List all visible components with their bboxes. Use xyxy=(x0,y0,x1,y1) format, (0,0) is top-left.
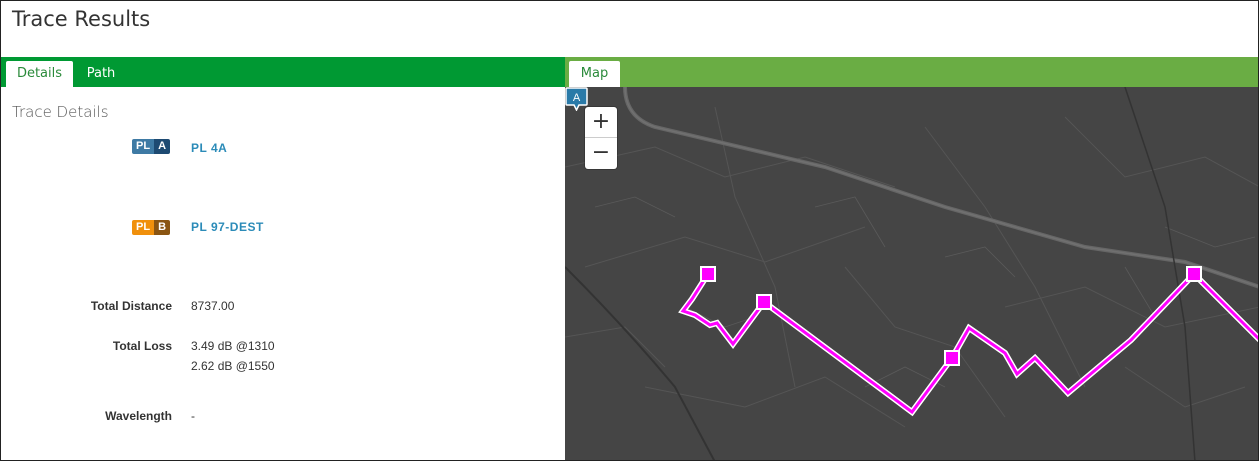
endpoint-a-badge-type: PL xyxy=(132,139,155,154)
wavelength-label: Wavelength xyxy=(105,409,172,423)
zoom-in-button[interactable]: + xyxy=(585,107,617,138)
map-tiles xyxy=(565,87,1258,460)
zoom-out-button[interactable]: − xyxy=(585,138,617,169)
endpoint-a-map-marker[interactable]: A xyxy=(565,87,588,111)
map-canvas[interactable]: + − A xyxy=(565,87,1258,460)
total-distance-label: Total Distance xyxy=(90,299,172,313)
page-title: Trace Results xyxy=(12,7,151,31)
map-panel: Map + − A xyxy=(565,57,1258,460)
zoom-control: + − xyxy=(585,107,617,169)
trace-node[interactable] xyxy=(944,350,960,366)
total-loss-1550-value: 2.62 dB @1550 xyxy=(191,359,275,373)
trace-node[interactable] xyxy=(700,266,716,282)
map-tabbar: Map xyxy=(565,57,1258,87)
endpoint-a-badge-letter: A xyxy=(154,139,171,154)
endpoint-b-badge-letter: B xyxy=(154,220,171,235)
details-panel: Details Path Trace Details PL A PL 4A PL… xyxy=(1,57,565,460)
total-loss-label: Total Loss xyxy=(112,339,172,353)
trace-results-window: Trace Results Details Path Trace Details… xyxy=(0,0,1259,461)
section-title: Trace Details xyxy=(12,103,109,121)
details-tabbar: Details Path xyxy=(1,57,565,87)
endpoint-b-link[interactable]: PL 97-DEST xyxy=(191,220,264,234)
endpoint-b-badge-type: PL xyxy=(132,220,155,235)
tab-details[interactable]: Details xyxy=(6,61,73,87)
endpoint-b-badge: PL B xyxy=(132,220,171,235)
endpoint-a-link[interactable]: PL 4A xyxy=(191,141,227,155)
total-loss-1310-value: 3.49 dB @1310 xyxy=(191,339,275,353)
trace-node[interactable] xyxy=(756,294,772,310)
wavelength-value: - xyxy=(191,409,195,423)
total-distance-value: 8737.00 xyxy=(191,299,235,313)
trace-node[interactable] xyxy=(1186,266,1202,282)
tab-map[interactable]: Map xyxy=(569,61,620,87)
endpoint-a-badge: PL A xyxy=(132,139,171,154)
marker-a-label: A xyxy=(573,92,581,104)
tab-path[interactable]: Path xyxy=(79,61,123,87)
